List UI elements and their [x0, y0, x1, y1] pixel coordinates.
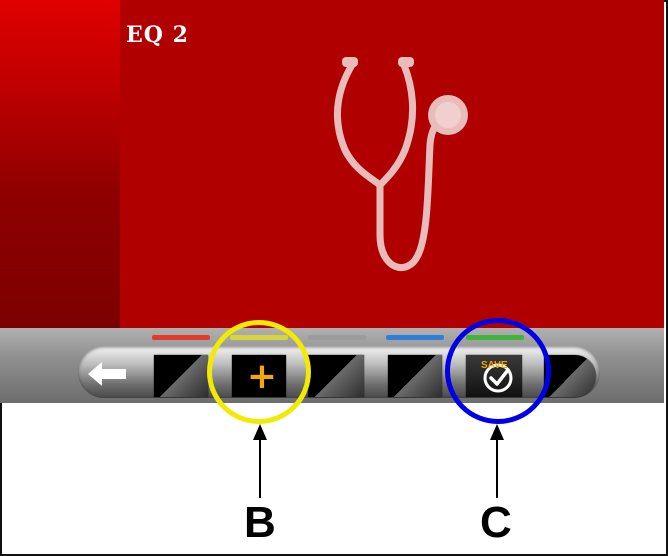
page-title: EQ 2: [126, 22, 189, 48]
highlight-circle-b: [207, 320, 311, 424]
toolbar-slot-1[interactable]: [154, 355, 208, 397]
color-tab-gray: [308, 335, 366, 340]
label-b: B: [244, 498, 276, 547]
color-tab-red: [152, 335, 210, 340]
toolbar-slot-3[interactable]: [308, 355, 364, 397]
highlight-circle-c: [445, 318, 551, 424]
label-c: C: [480, 498, 512, 547]
stethoscope-icon: [334, 57, 468, 272]
color-tab-blue: [386, 335, 444, 340]
arrow-b-line: [259, 438, 261, 498]
back-arrow-icon[interactable]: [84, 356, 136, 392]
toolbar-slot-6[interactable]: [544, 355, 596, 397]
device-screen: EQ 2 + SAVE: [0, 0, 664, 403]
left-sidebar: [0, 0, 120, 328]
toolbar-slot-4[interactable]: [388, 355, 442, 397]
arrow-c-line: [496, 438, 498, 498]
